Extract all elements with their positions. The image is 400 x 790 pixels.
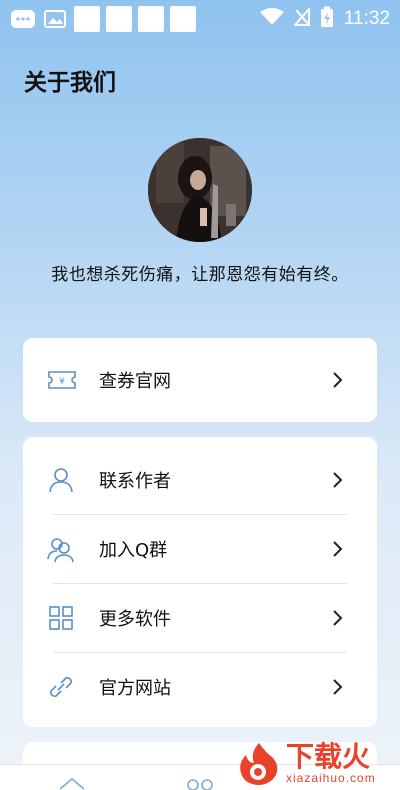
watermark-logo: 下载火 xiazaihuo.com xyxy=(236,738,400,790)
chevron-right-icon xyxy=(331,678,343,696)
battery-charging-icon xyxy=(320,6,334,32)
notification-placeholder xyxy=(74,6,100,32)
chevron-right-icon xyxy=(331,371,343,389)
menu-item-coupon-site[interactable]: ¥ 查券官网 xyxy=(23,346,377,414)
image-icon xyxy=(42,8,68,30)
menu-item-label: 官方网站 xyxy=(99,678,171,699)
menu-item-label: 加入Q群 xyxy=(99,540,168,561)
user-icon xyxy=(47,466,75,494)
apps-grid-icon xyxy=(47,604,75,632)
motto-text: 我也想杀死伤痛，让那恩怨有始有终。 xyxy=(51,265,349,285)
menu-item-label: 更多软件 xyxy=(99,609,171,630)
chevron-right-icon xyxy=(331,609,343,627)
chevron-right-icon xyxy=(331,471,343,489)
wifi-icon xyxy=(259,8,284,30)
ticket-icon: ¥ xyxy=(47,369,77,391)
watermark-url: xiazaihuo.com xyxy=(286,771,376,785)
group-icon xyxy=(47,535,75,563)
chevron-up-icon[interactable] xyxy=(58,775,86,790)
link-icon xyxy=(47,673,75,701)
link-card: ¥ 查券官网 xyxy=(23,338,377,422)
status-bar: 11:32 xyxy=(0,0,400,38)
avatar xyxy=(148,138,252,242)
notification-placeholder xyxy=(106,6,132,32)
message-icon xyxy=(10,8,36,30)
menu-card: 联系作者 加入Q群 更多软件 官方网站 xyxy=(23,437,377,727)
menu-item-more-apps[interactable]: 更多软件 xyxy=(23,584,377,652)
menu-item-official-website[interactable]: 官方网站 xyxy=(23,653,377,721)
watermark-text: 下载火 xyxy=(286,740,371,773)
fire-logo-icon xyxy=(236,741,282,787)
chevron-right-icon xyxy=(331,540,343,558)
no-signal-icon xyxy=(292,6,310,30)
menu-item-contact-author[interactable]: 联系作者 xyxy=(23,446,377,514)
page-title: 关于我们 xyxy=(24,70,116,96)
notification-placeholder xyxy=(138,6,164,32)
menu-item-label: 联系作者 xyxy=(99,471,171,492)
pair-circles-icon[interactable] xyxy=(186,777,214,790)
menu-item-join-qq-group[interactable]: 加入Q群 xyxy=(23,515,377,583)
menu-item-label: 查券官网 xyxy=(99,371,171,392)
svg-text:¥: ¥ xyxy=(59,377,65,387)
notification-placeholder xyxy=(170,6,196,32)
clock: 11:32 xyxy=(343,8,390,29)
